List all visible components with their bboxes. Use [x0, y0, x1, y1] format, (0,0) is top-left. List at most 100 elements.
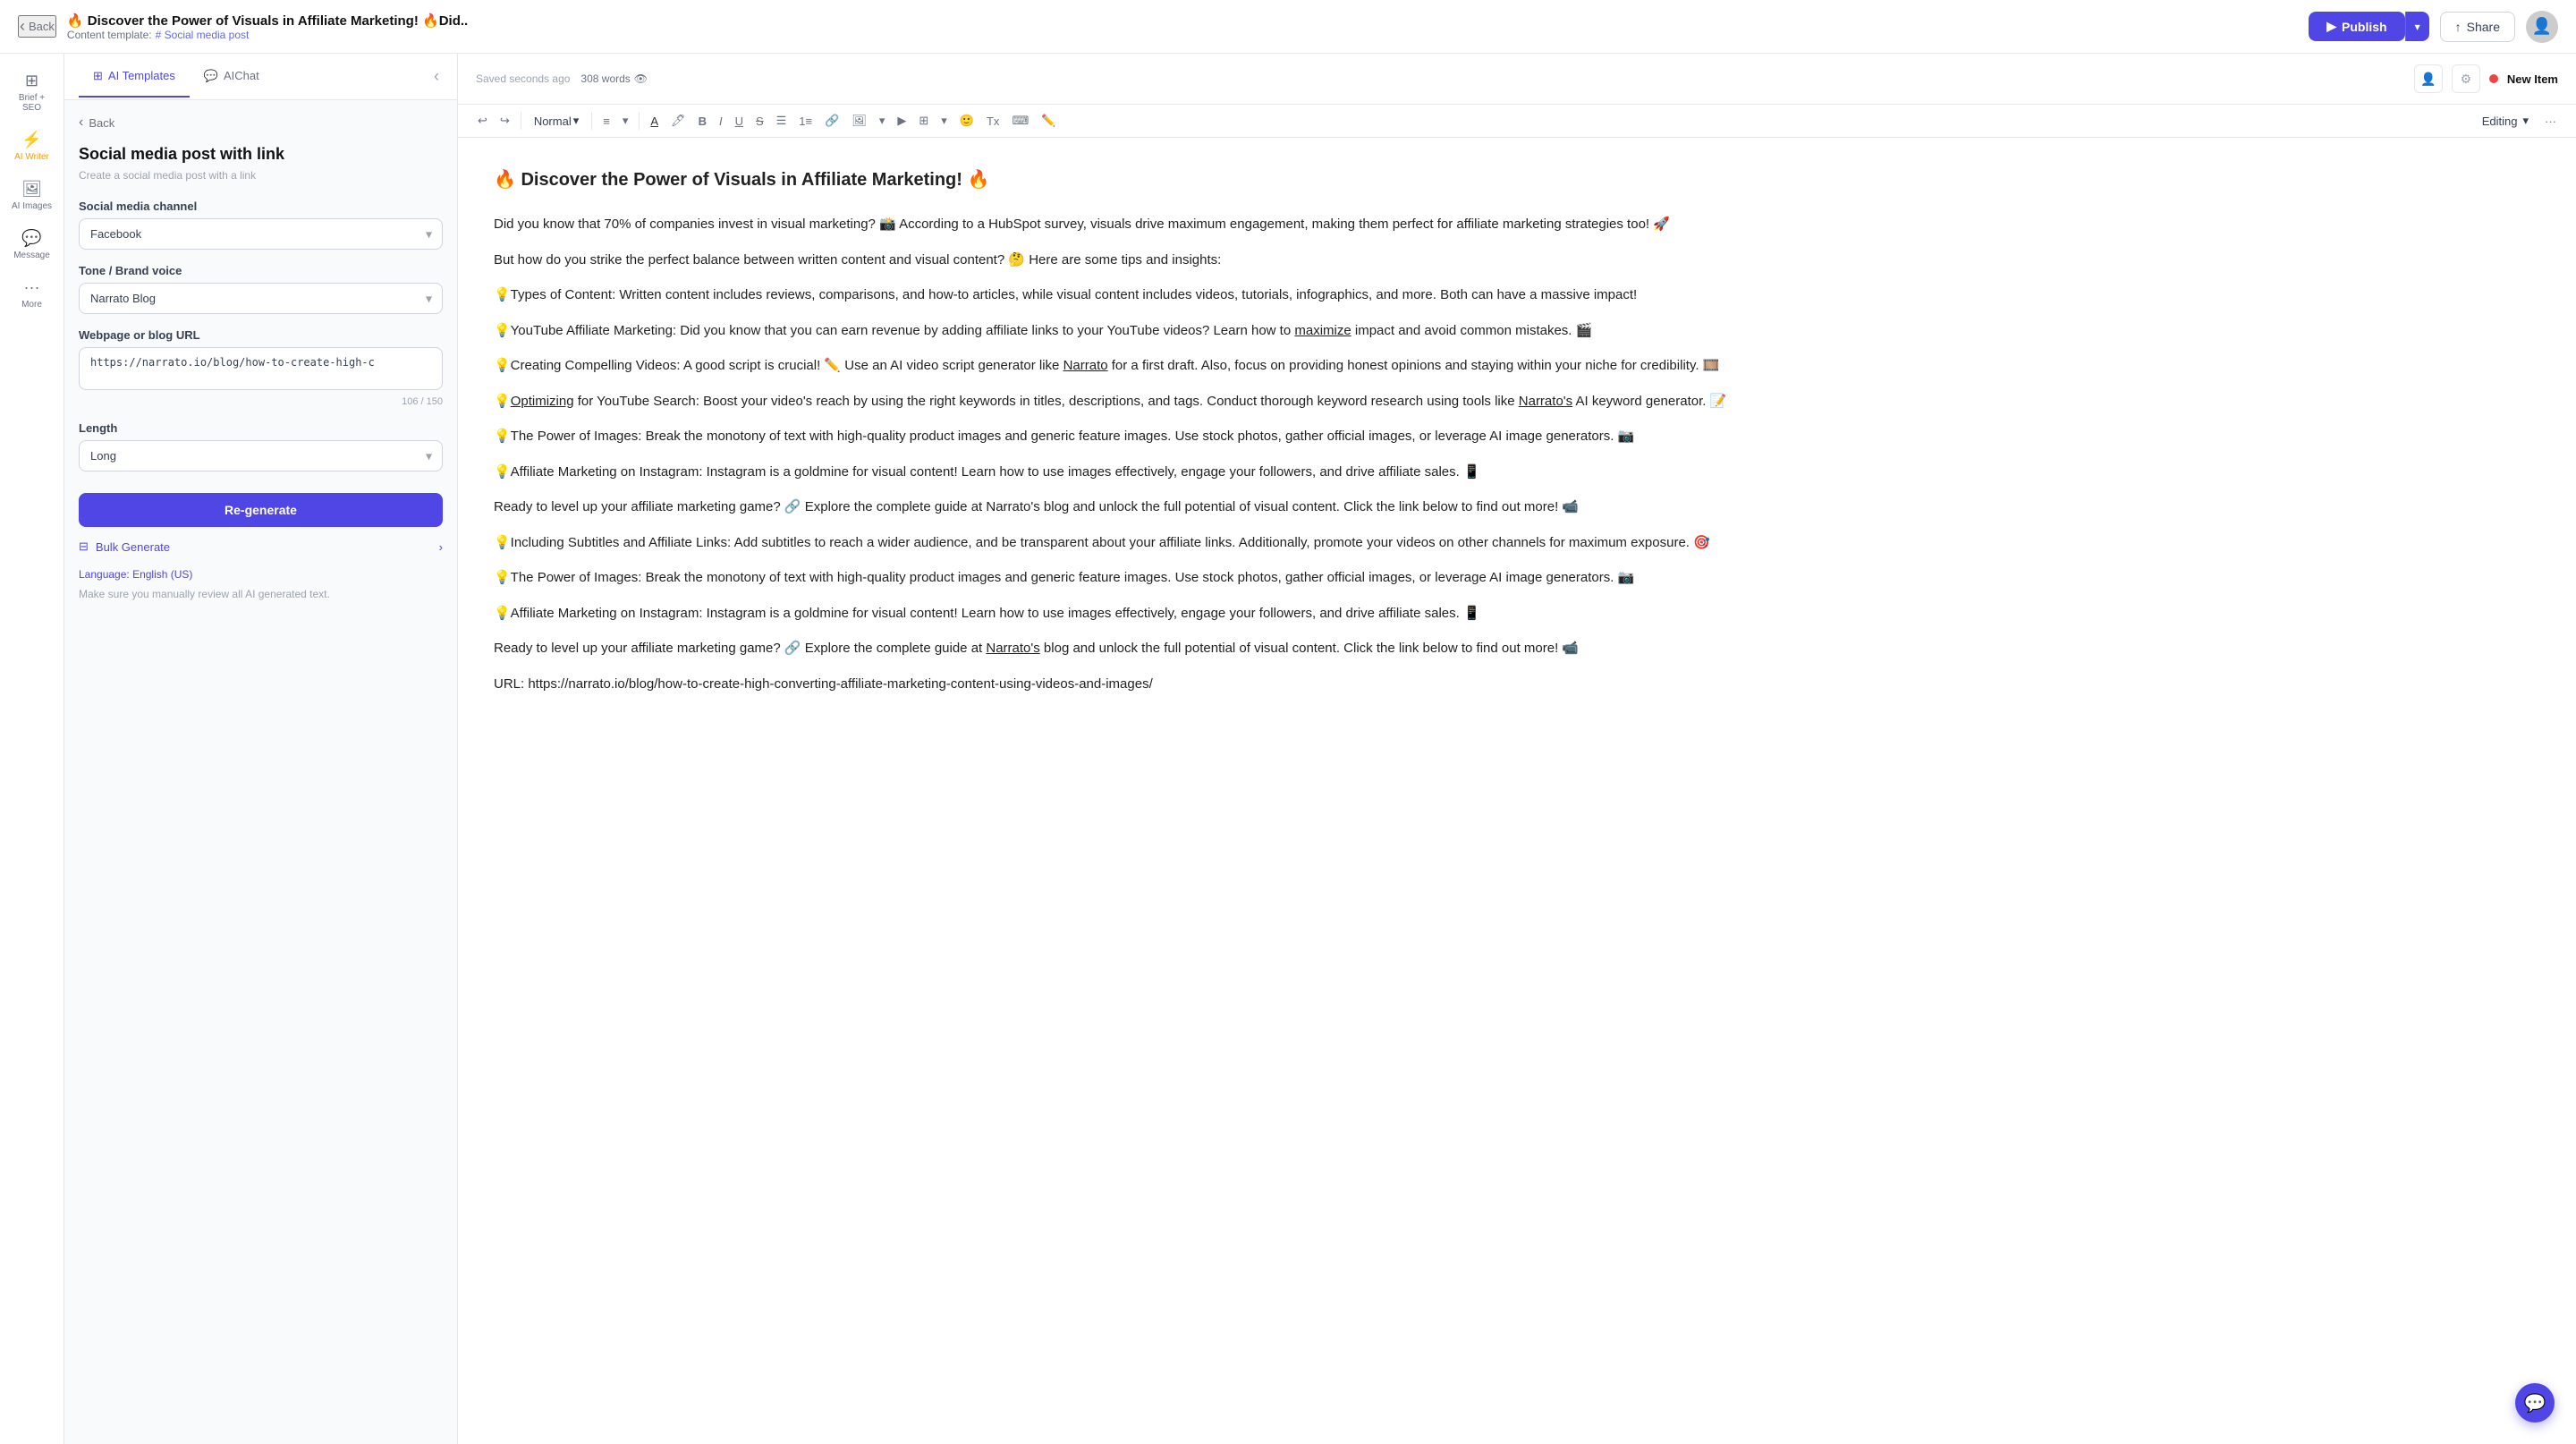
- editor-meta-bar: Saved seconds ago 308 words 👁 👤 ⚙ New It…: [458, 54, 2576, 105]
- publish-dropdown-button[interactable]: ▾: [2405, 12, 2429, 41]
- language-value[interactable]: English (US): [132, 568, 192, 581]
- template-link[interactable]: # Social media post: [156, 29, 250, 41]
- content-para-8: Ready to level up your affiliate marketi…: [494, 496, 2540, 519]
- bulk-gen-icon: ⊟: [79, 539, 89, 554]
- play-button[interactable]: ▶: [892, 110, 911, 132]
- url-field: Webpage or blog URL https://narrato.io/b…: [79, 328, 443, 407]
- sidebar-item-ai-writer[interactable]: ⚡ AI Writer: [5, 123, 59, 169]
- app-container: Back 🔥 Discover the Power of Visuals in …: [0, 0, 2576, 1444]
- url-input[interactable]: https://narrato.io/blog/how-to-create-hi…: [79, 347, 443, 390]
- page-title: 🔥 Discover the Power of Visuals in Affil…: [67, 13, 2298, 29]
- left-nav: ⊞ Brief + SEO ⚡ AI Writer 🖼 AI Images 💬 …: [0, 54, 64, 1444]
- more-icon: ···: [24, 278, 40, 297]
- toolbar-separator-2: [591, 112, 592, 130]
- edit-icon-button[interactable]: ✏️: [1036, 110, 1061, 132]
- back-button[interactable]: Back: [18, 15, 56, 38]
- length-select[interactable]: Short Medium Long: [79, 440, 443, 471]
- special-button[interactable]: ⌨: [1006, 110, 1034, 132]
- content-para-9: 💡Including Subtitles and Affiliate Links…: [494, 531, 2540, 555]
- editor-area: Saved seconds ago 308 words 👁 👤 ⚙ New It…: [458, 54, 2576, 1444]
- sidebar-item-more[interactable]: ··· More: [5, 271, 59, 317]
- content-para-ready: Ready to level up your affiliate marketi…: [494, 637, 2540, 660]
- publish-button[interactable]: ▶ Publish: [2309, 12, 2404, 41]
- narrato-link-1: Narrato: [1063, 358, 1108, 373]
- visibility-icon: 👁: [634, 72, 648, 85]
- sidebar-content: Back Social media post with link Create …: [64, 100, 457, 1444]
- avatar[interactable]: 👤: [2526, 11, 2558, 43]
- sidebar-item-ai-images[interactable]: 🖼 AI Images: [5, 173, 59, 218]
- bold-button[interactable]: B: [693, 111, 712, 132]
- table-dropdown-button[interactable]: ▾: [936, 110, 953, 132]
- strikethrough-button[interactable]: S: [750, 111, 769, 132]
- underline-button[interactable]: U: [730, 111, 749, 132]
- tone-brand-label: Tone / Brand voice: [79, 264, 443, 277]
- social-channel-label: Social media channel: [79, 200, 443, 213]
- content-para-11: 💡Affiliate Marketing on Instagram: Insta…: [494, 602, 2540, 625]
- editing-mode-button[interactable]: Editing ▾: [2473, 110, 2538, 132]
- language-notice: Language: English (US): [79, 568, 443, 581]
- more-options-button[interactable]: ···: [2539, 111, 2562, 132]
- toolbar-separator-3: [639, 112, 640, 130]
- main-area: ⊞ Brief + SEO ⚡ AI Writer 🖼 AI Images 💬 …: [0, 54, 2576, 1444]
- text-color-button[interactable]: A: [645, 111, 664, 132]
- message-icon: 💬: [21, 229, 41, 248]
- breadcrumb: Content template: # Social media post: [67, 29, 2298, 41]
- share-button[interactable]: ↑ Share: [2440, 12, 2515, 42]
- ai-images-icon: 🖼: [21, 180, 42, 199]
- new-item-button[interactable]: New Item: [2507, 72, 2558, 86]
- format-caret-icon: ▾: [573, 114, 580, 128]
- format-dropdown[interactable]: Normal ▾: [527, 110, 586, 132]
- content-heading: 🔥 Discover the Power of Visuals in Affil…: [494, 165, 2540, 195]
- image-dropdown-button[interactable]: ▾: [874, 110, 891, 132]
- align-dropdown-button[interactable]: ▾: [617, 110, 634, 132]
- tone-brand-select[interactable]: Narrato Blog Professional Casual: [79, 283, 443, 314]
- top-bar: Back 🔥 Discover the Power of Visuals in …: [0, 0, 2576, 54]
- sidebar-back-button[interactable]: Back: [79, 115, 443, 131]
- undo-button[interactable]: ↩: [472, 110, 493, 132]
- bulk-generate-button[interactable]: ⊟ Bulk Generate: [79, 539, 170, 554]
- length-label: Length: [79, 421, 443, 435]
- align-button[interactable]: ≡: [597, 111, 615, 132]
- content-para-0: Did you know that 70% of companies inves…: [494, 213, 2540, 236]
- numbered-list-button[interactable]: 1≡: [793, 111, 818, 132]
- narrato-link-2: Narrato's: [1519, 394, 1572, 409]
- sidebar-item-message[interactable]: 💬 Message: [5, 222, 59, 268]
- settings-meta-icon[interactable]: ⚙: [2452, 64, 2480, 93]
- emoji-button[interactable]: 🙂: [954, 110, 979, 132]
- narrato-blog-link: Narrato's: [986, 641, 1039, 656]
- clear-format-button[interactable]: Tx: [981, 111, 1004, 132]
- editor-content[interactable]: 🔥 Discover the Power of Visuals in Affil…: [458, 138, 2576, 1444]
- redo-button[interactable]: ↪: [495, 110, 515, 132]
- image-button[interactable]: 🖼: [846, 110, 872, 132]
- toolbar: ↩ ↪ Normal ▾ ≡ ▾ A 🖊 B I U S ☰ 1≡ 🔗: [458, 105, 2576, 138]
- editing-caret-icon: ▾: [2522, 114, 2529, 128]
- highlight-button[interactable]: 🖊: [665, 110, 691, 132]
- regenerate-button[interactable]: Re-generate: [79, 493, 443, 527]
- tab-ai-templates[interactable]: ⊞ AI Templates: [79, 56, 190, 98]
- social-channel-select[interactable]: Facebook Twitter Instagram LinkedIn: [79, 218, 443, 250]
- tab-aichat[interactable]: 💬 AIChat: [190, 56, 274, 98]
- content-para-4: 💡Creating Compelling Videos: A good scri…: [494, 354, 2540, 378]
- social-channel-field: Social media channel Facebook Twitter In…: [79, 200, 443, 250]
- url-char-count: 106 / 150: [79, 396, 443, 407]
- content-url: URL: https://narrato.io/blog/how-to-crea…: [494, 673, 2540, 696]
- length-select-wrapper: Short Medium Long: [79, 440, 443, 471]
- table-button[interactable]: ⊞: [913, 110, 934, 132]
- user-meta-icon[interactable]: 👤: [2414, 64, 2443, 93]
- publish-group: ▶ Publish ▾: [2309, 12, 2428, 41]
- content-para-5: 💡Optimizing for YouTube Search: Boost yo…: [494, 390, 2540, 413]
- link-button[interactable]: 🔗: [819, 110, 844, 132]
- share-icon: ↑: [2455, 20, 2462, 34]
- chat-fab-button[interactable]: 💬: [2515, 1383, 2555, 1423]
- bulk-generate-row: ⊟ Bulk Generate ›: [79, 539, 443, 554]
- content-para-2: 💡Types of Content: Written content inclu…: [494, 284, 2540, 307]
- bullet-list-button[interactable]: ☰: [771, 110, 792, 132]
- sidebar-collapse-button[interactable]: ‹: [430, 64, 443, 89]
- sidebar-item-brief-seo[interactable]: ⊞ Brief + SEO: [5, 64, 59, 120]
- ai-templates-tab-icon: ⊞: [93, 69, 103, 83]
- content-para-7: 💡Affiliate Marketing on Instagram: Insta…: [494, 461, 2540, 484]
- bulk-gen-arrow: ›: [439, 540, 443, 554]
- social-channel-select-wrapper: Facebook Twitter Instagram LinkedIn: [79, 218, 443, 250]
- content-para-1: But how do you strike the perfect balanc…: [494, 249, 2540, 272]
- italic-button[interactable]: I: [714, 111, 728, 132]
